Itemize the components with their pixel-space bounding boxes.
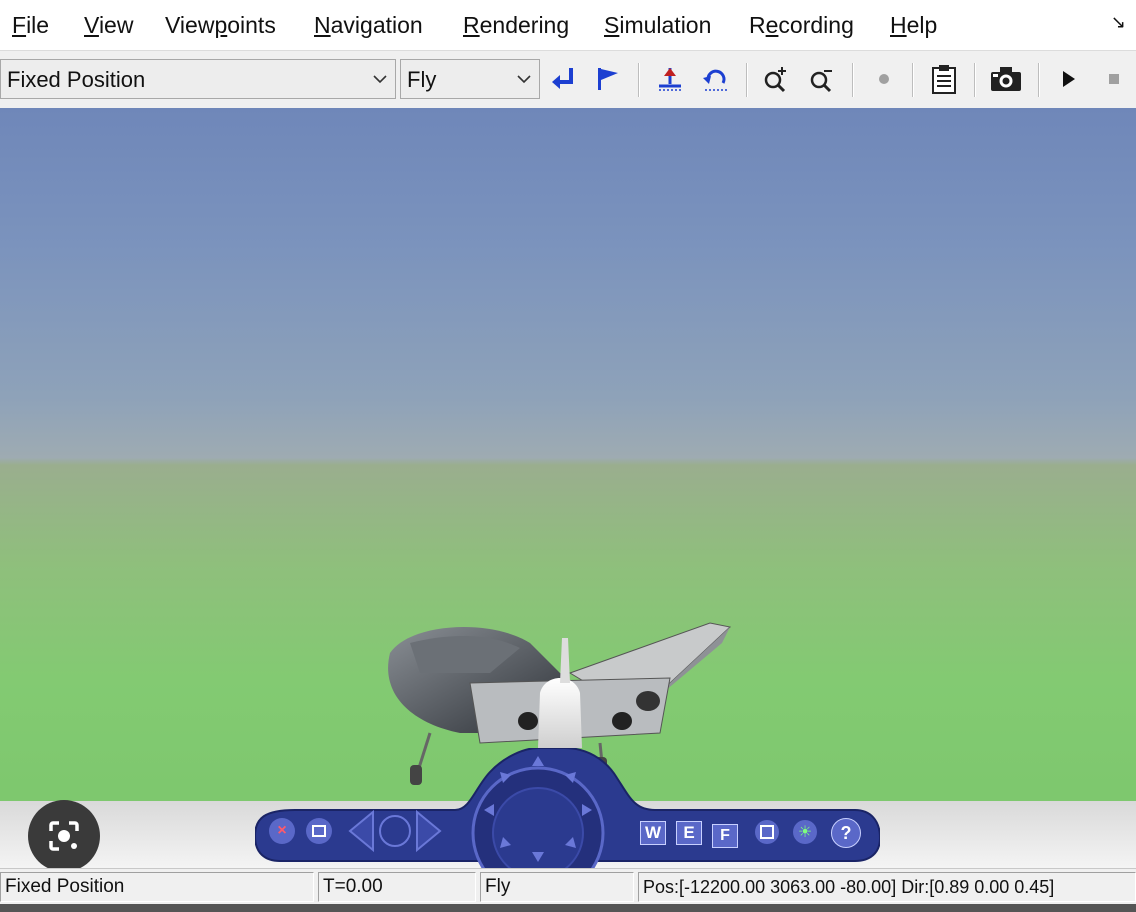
chevron-down-icon bbox=[373, 75, 387, 84]
status-mode: Fly bbox=[480, 872, 634, 902]
navigation-select[interactable]: Fly bbox=[400, 59, 540, 99]
undo-move-button[interactable] bbox=[698, 61, 734, 97]
fit-view-button[interactable] bbox=[755, 820, 779, 844]
undo-move-icon bbox=[703, 69, 727, 91]
play-button[interactable] bbox=[1050, 61, 1086, 97]
zoom-in-button[interactable] bbox=[758, 61, 794, 97]
move-compass[interactable] bbox=[478, 750, 598, 868]
headlight-button[interactable]: ☀ bbox=[793, 820, 817, 844]
walk-mode-button[interactable]: W bbox=[640, 821, 666, 845]
fit-view-icon bbox=[760, 825, 774, 839]
stop-button[interactable] bbox=[1096, 61, 1132, 97]
menu-rendering[interactable]: Rendering bbox=[463, 10, 569, 40]
bottom-strip bbox=[0, 904, 1136, 912]
sun-icon: ☀ bbox=[797, 824, 813, 841]
toolbar: Fixed Position Fly bbox=[0, 50, 1136, 109]
visual-search-button[interactable] bbox=[28, 800, 100, 872]
restore-corner-icon[interactable]: ↘ bbox=[1111, 12, 1126, 33]
chevron-down-icon bbox=[517, 75, 531, 84]
examine-mode-button[interactable]: E bbox=[676, 821, 702, 845]
navigation-select-value: Fly bbox=[407, 67, 437, 92]
straighten-icon bbox=[659, 68, 681, 91]
snapshot-button[interactable] bbox=[988, 61, 1024, 97]
menu-view[interactable]: View bbox=[84, 10, 133, 40]
zoom-out-icon bbox=[810, 70, 832, 93]
return-arrow-icon bbox=[552, 68, 573, 89]
console-button[interactable] bbox=[926, 61, 962, 97]
record-button[interactable] bbox=[866, 61, 902, 97]
window-icon bbox=[312, 825, 326, 837]
menu-navigation[interactable]: Navigation bbox=[314, 10, 423, 40]
menu-simulation[interactable]: Simulation bbox=[604, 10, 711, 40]
status-time: T=0.00 bbox=[318, 872, 476, 902]
camera-icon bbox=[991, 67, 1021, 91]
record-dot-icon bbox=[879, 74, 889, 84]
menu-viewpoints[interactable]: Viewpoints bbox=[165, 10, 276, 40]
viewpoint-select-value: Fixed Position bbox=[7, 67, 146, 92]
menu-file[interactable]: File bbox=[12, 10, 49, 40]
clipboard-icon bbox=[932, 65, 956, 94]
close-nav-button[interactable]: × bbox=[269, 818, 295, 844]
straighten-button[interactable] bbox=[652, 61, 688, 97]
menu-bar: File View Viewpoints Navigation Renderin… bbox=[0, 0, 1136, 50]
minimize-nav-button[interactable] bbox=[306, 818, 332, 844]
status-position: Pos:[-12200.00 3063.00 -80.00] Dir:[0.89… bbox=[638, 872, 1136, 902]
rotate-controls[interactable] bbox=[345, 808, 445, 854]
status-bar: Fixed Position T=0.00 Fly Pos:[-12200.00… bbox=[0, 868, 1136, 905]
fly-mode-button[interactable]: F bbox=[712, 824, 738, 848]
viewpoint-select[interactable]: Fixed Position bbox=[0, 59, 396, 99]
lens-icon bbox=[49, 821, 79, 851]
flag-icon bbox=[598, 68, 618, 90]
menu-help[interactable]: Help bbox=[890, 10, 937, 40]
close-icon: × bbox=[277, 822, 287, 839]
zoom-in-icon bbox=[764, 67, 786, 93]
stop-icon bbox=[1109, 74, 1119, 84]
help-button[interactable]: ? bbox=[831, 818, 861, 848]
menu-recording[interactable]: Recording bbox=[749, 10, 854, 40]
flag-button[interactable] bbox=[590, 61, 626, 97]
play-icon bbox=[1063, 71, 1075, 87]
scene-viewport[interactable]: × W E F ☀ ? bbox=[0, 108, 1136, 868]
status-viewpoint: Fixed Position bbox=[0, 872, 314, 902]
zoom-out-button[interactable] bbox=[804, 61, 840, 97]
return-button[interactable] bbox=[546, 61, 582, 97]
